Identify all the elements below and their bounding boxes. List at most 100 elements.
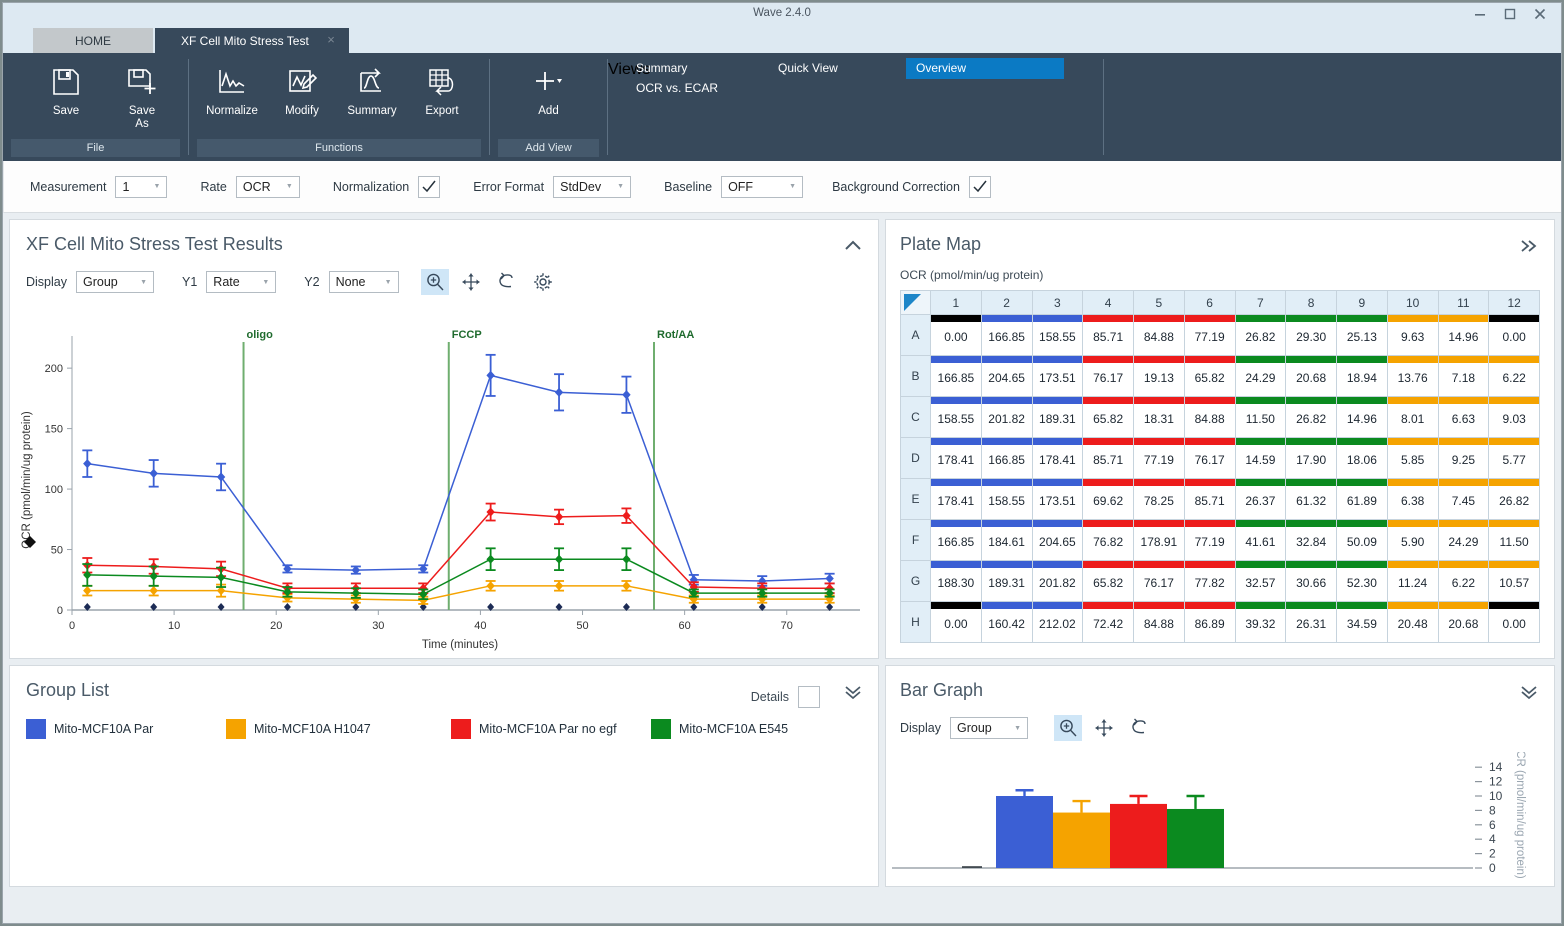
- chart-undo-icon[interactable]: [493, 269, 521, 295]
- plate-col-header-9[interactable]: 9: [1336, 290, 1388, 315]
- plate-well-G8[interactable]: 30.66: [1285, 560, 1337, 602]
- add-view-button[interactable]: Add: [510, 59, 588, 118]
- tab-close-icon[interactable]: ×: [327, 32, 335, 47]
- plate-well-E10[interactable]: 6.38: [1386, 478, 1439, 520]
- view-ocr-vs-ecar[interactable]: OCR vs. ECAR: [636, 81, 718, 95]
- plate-well-G12[interactable]: 10.57: [1488, 560, 1540, 602]
- plate-well-B4[interactable]: 76.17: [1082, 355, 1134, 397]
- chart-display-select[interactable]: Group ▼: [76, 271, 154, 293]
- plate-well-B6[interactable]: 65.82: [1183, 355, 1236, 397]
- plate-well-G9[interactable]: 52.30: [1336, 560, 1388, 602]
- normalization-checkbox[interactable]: [418, 175, 441, 198]
- plate-well-B9[interactable]: 18.94: [1336, 355, 1388, 397]
- plate-well-D10[interactable]: 5.85: [1386, 437, 1439, 479]
- plate-row-header-B[interactable]: B: [900, 355, 931, 397]
- plate-well-B3[interactable]: 173.51: [1031, 355, 1084, 397]
- minimize-icon[interactable]: [1465, 3, 1495, 25]
- modify-button[interactable]: Modify: [267, 59, 337, 118]
- plate-well-B1[interactable]: 166.85: [930, 355, 982, 397]
- plate-well-E6[interactable]: 85.71: [1183, 478, 1236, 520]
- plate-well-C1[interactable]: 158.55: [930, 396, 982, 438]
- bar-undo-icon[interactable]: [1126, 715, 1154, 741]
- plate-col-header-1[interactable]: 1: [930, 290, 982, 315]
- plate-well-G7[interactable]: 32.57: [1234, 560, 1287, 602]
- plate-well-G11[interactable]: 6.22: [1437, 560, 1490, 602]
- plate-well-D8[interactable]: 17.90: [1285, 437, 1337, 479]
- bar-display-select[interactable]: Group ▼: [950, 717, 1028, 739]
- bar-chart-plot[interactable]: 0 2 4 6 8 10 12 14 OCR (pmol/min/ug protein): [886, 752, 1554, 880]
- plate-col-header-5[interactable]: 5: [1133, 290, 1185, 315]
- plate-col-header-7[interactable]: 7: [1234, 290, 1287, 315]
- group-legend-item[interactable]: Mito-MCF10A H1047: [226, 719, 451, 739]
- chart-settings-gear-icon[interactable]: [529, 269, 557, 295]
- group-legend-item[interactable]: Mito-MCF10A Par: [26, 719, 226, 739]
- plate-well-B11[interactable]: 7.18: [1437, 355, 1490, 397]
- plate-well-H7[interactable]: 39.32: [1234, 601, 1287, 643]
- plate-well-D2[interactable]: 166.85: [980, 437, 1033, 479]
- plate-col-header-4[interactable]: 4: [1082, 290, 1134, 315]
- plate-col-header-8[interactable]: 8: [1285, 290, 1337, 315]
- plate-well-F2[interactable]: 184.61: [980, 519, 1033, 561]
- plate-well-D3[interactable]: 178.41: [1031, 437, 1084, 479]
- plate-well-F3[interactable]: 204.65: [1031, 519, 1084, 561]
- plate-map-expand-icon[interactable]: [1518, 238, 1540, 254]
- plate-col-header-6[interactable]: 6: [1183, 290, 1236, 315]
- details-checkbox[interactable]: [798, 686, 820, 708]
- plate-well-F5[interactable]: 178.91: [1133, 519, 1185, 561]
- view-overview[interactable]: Overview: [906, 58, 1064, 79]
- plate-well-H9[interactable]: 34.59: [1336, 601, 1388, 643]
- plate-well-G6[interactable]: 77.82: [1183, 560, 1236, 602]
- plate-well-A3[interactable]: 158.55: [1031, 314, 1084, 356]
- chart-collapse-icon[interactable]: [842, 238, 864, 254]
- plate-well-H1[interactable]: 0.00: [930, 601, 982, 643]
- plate-well-G1[interactable]: 188.30: [930, 560, 982, 602]
- plate-well-F12[interactable]: 11.50: [1488, 519, 1540, 561]
- background-correction-checkbox[interactable]: [968, 175, 991, 198]
- plate-well-D5[interactable]: 77.19: [1133, 437, 1185, 479]
- chart-zoom-in-icon[interactable]: [420, 269, 449, 295]
- group-legend-item[interactable]: Mito-MCF10A Par no egf: [451, 719, 651, 739]
- plate-well-D12[interactable]: 5.77: [1488, 437, 1540, 479]
- plate-well-C6[interactable]: 84.88: [1183, 396, 1236, 438]
- plate-well-C3[interactable]: 189.31: [1031, 396, 1084, 438]
- plate-well-F6[interactable]: 77.19: [1183, 519, 1236, 561]
- bar-graph-collapse-icon[interactable]: [1518, 684, 1540, 700]
- close-icon[interactable]: [1525, 3, 1555, 25]
- plate-well-G4[interactable]: 65.82: [1082, 560, 1134, 602]
- plate-well-A6[interactable]: 77.19: [1183, 314, 1236, 356]
- save-button[interactable]: Save: [31, 59, 101, 118]
- plate-well-E1[interactable]: 178.41: [930, 478, 982, 520]
- plate-well-F1[interactable]: 166.85: [930, 519, 982, 561]
- plate-well-D1[interactable]: 178.41: [930, 437, 982, 479]
- plate-well-A8[interactable]: 29.30: [1285, 314, 1337, 356]
- plate-well-H2[interactable]: 160.42: [980, 601, 1033, 643]
- plate-col-header-10[interactable]: 10: [1386, 290, 1439, 315]
- save-as-button[interactable]: Save As: [107, 59, 177, 131]
- plate-well-B8[interactable]: 20.68: [1285, 355, 1337, 397]
- plate-well-D7[interactable]: 14.59: [1234, 437, 1287, 479]
- plate-well-A10[interactable]: 9.63: [1386, 314, 1439, 356]
- plate-well-E9[interactable]: 61.89: [1336, 478, 1388, 520]
- plate-well-A4[interactable]: 85.71: [1082, 314, 1134, 356]
- rate-select[interactable]: OCR ▼: [235, 175, 300, 198]
- plate-well-A12[interactable]: 0.00: [1488, 314, 1540, 356]
- plate-well-F11[interactable]: 24.29: [1437, 519, 1490, 561]
- plate-well-D11[interactable]: 9.25: [1437, 437, 1490, 479]
- plate-well-A11[interactable]: 14.96: [1437, 314, 1490, 356]
- plate-well-E4[interactable]: 69.62: [1082, 478, 1134, 520]
- plate-well-E2[interactable]: 158.55: [980, 478, 1033, 520]
- bar-pan-icon[interactable]: [1090, 715, 1118, 741]
- plate-well-C5[interactable]: 18.31: [1133, 396, 1185, 438]
- plate-well-H10[interactable]: 20.48: [1386, 601, 1439, 643]
- plate-well-G5[interactable]: 76.17: [1133, 560, 1185, 602]
- plate-well-H11[interactable]: 20.68: [1437, 601, 1490, 643]
- plate-col-header-12[interactable]: 12: [1488, 290, 1540, 315]
- plate-well-B7[interactable]: 24.29: [1234, 355, 1287, 397]
- group-list-collapse-icon[interactable]: [842, 684, 864, 700]
- plate-row-header-A[interactable]: A: [900, 314, 931, 356]
- plate-well-H12[interactable]: 0.00: [1488, 601, 1540, 643]
- plate-well-A2[interactable]: 166.85: [980, 314, 1033, 356]
- plate-well-F4[interactable]: 76.82: [1082, 519, 1134, 561]
- plate-well-A5[interactable]: 84.88: [1133, 314, 1185, 356]
- plate-well-C9[interactable]: 14.96: [1336, 396, 1388, 438]
